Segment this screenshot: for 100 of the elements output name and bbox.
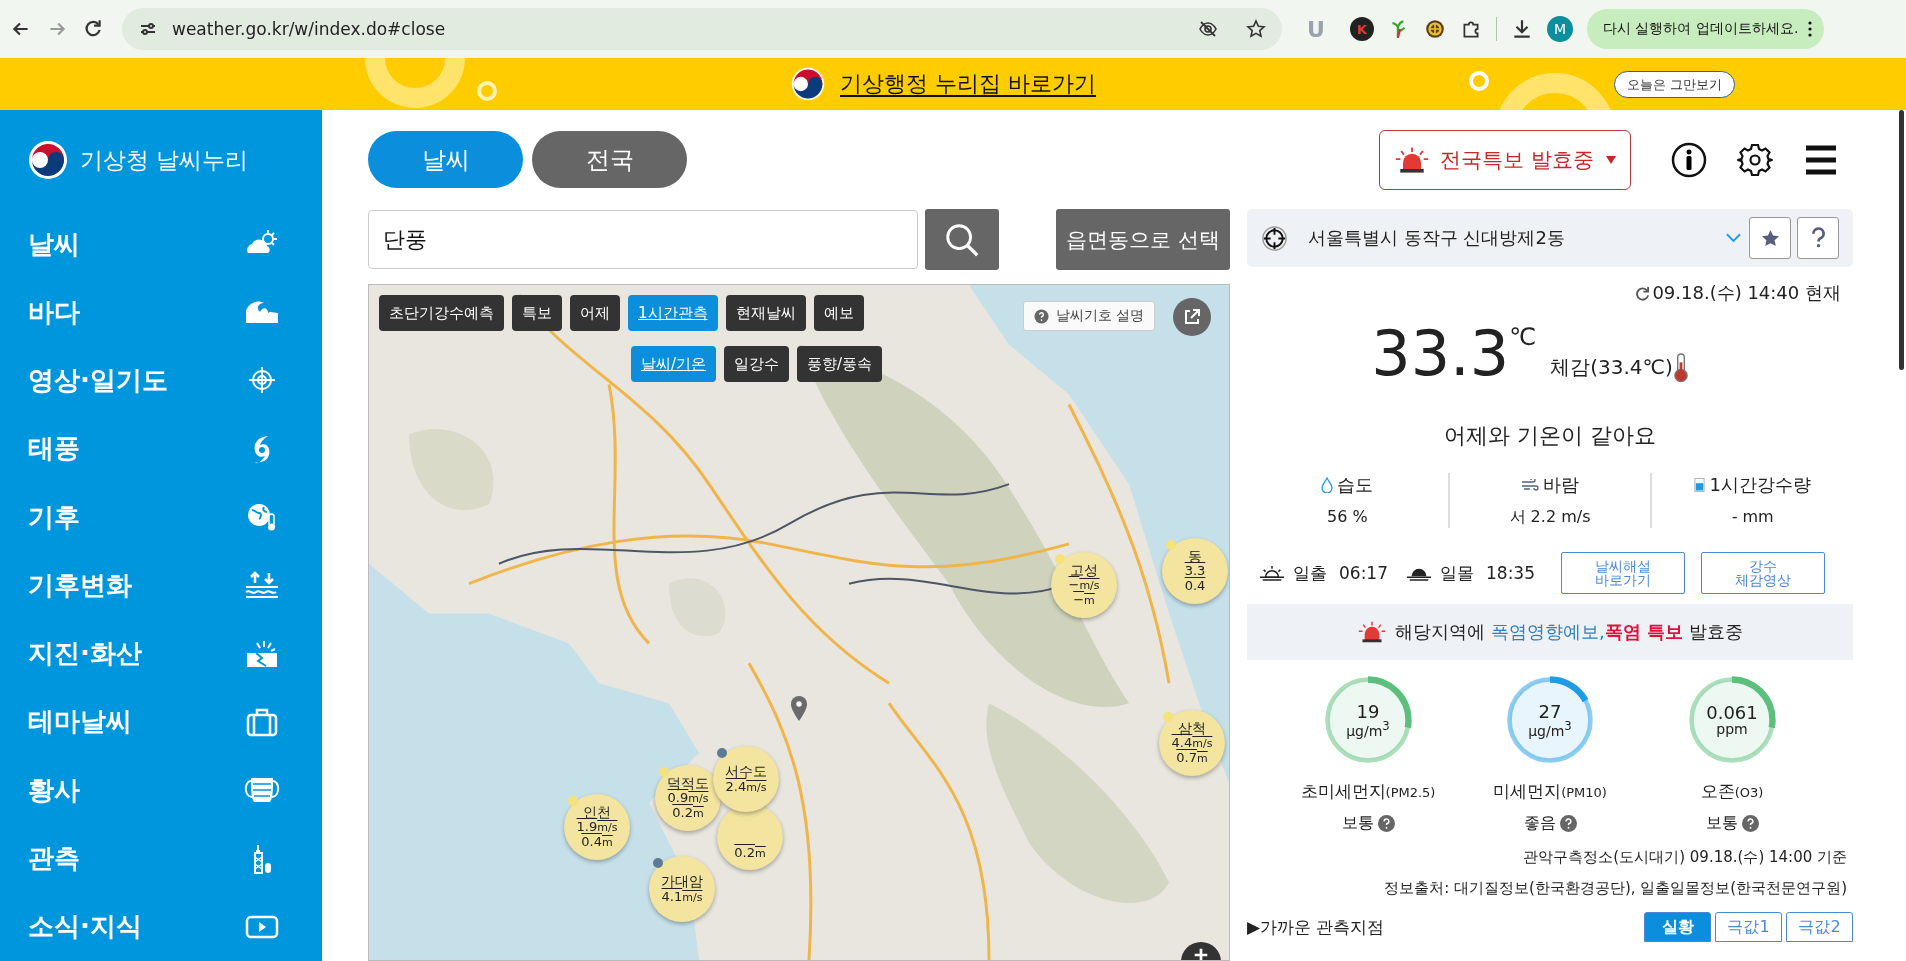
eye-off-icon [1198, 19, 1218, 39]
link-button[interactable]: 날씨해설 바로가기 [1561, 552, 1685, 594]
url-text: weather.go.kr/w/index.do#close [172, 19, 447, 39]
sunrise-icon [1259, 564, 1285, 582]
air-grade: 보통 [1341, 813, 1374, 834]
profile-avatar[interactable]: M [1547, 16, 1573, 42]
extension-icon[interactable]: K [1350, 17, 1374, 41]
rain-gauge-icon [1694, 477, 1706, 493]
sidebar-item[interactable]: 기후 [28, 483, 322, 552]
sidebar-item[interactable]: 바다 [28, 278, 322, 347]
scrollbar[interactable] [1899, 110, 1904, 370]
map-subtab[interactable]: 일강수 [724, 346, 790, 382]
map-tab[interactable]: 1시간관측 [628, 295, 718, 331]
map-tab[interactable]: 현재날씨 [725, 295, 806, 331]
star-icon [1760, 228, 1780, 248]
settings-icon[interactable] [1737, 142, 1773, 178]
chevron-down-icon [1726, 233, 1741, 243]
tab[interactable]: 실황 [1644, 912, 1711, 942]
ring-decoration-icon [476, 80, 498, 102]
stat-label: 1시간강수량 [1709, 473, 1811, 497]
comparison-text: 어제와 기온이 같아요 [1443, 422, 1657, 450]
map-tab[interactable]: 초단기강수예측 [379, 295, 504, 331]
search-button[interactable] [925, 209, 999, 270]
help-icon[interactable] [1559, 815, 1577, 832]
stat-label: 습도 [1337, 473, 1374, 497]
stat-value: 서 2.2 m/s [1509, 507, 1591, 528]
region-select-button[interactable]: 읍면동으로 선택 [1056, 209, 1230, 270]
sidebar-item[interactable]: 지진·화산 [28, 619, 322, 688]
map-subtab[interactable]: 풍향/풍속 [797, 346, 883, 382]
sun-time: 18:35 [1486, 563, 1535, 583]
sidebar-item[interactable]: 테마날씨 [28, 687, 322, 757]
search-field[interactable]: 단풍 [368, 210, 918, 269]
dismiss-button[interactable]: 오늘은 그만보기 [1614, 71, 1736, 98]
tab[interactable]: 날씨 [368, 131, 523, 188]
sidebar-item[interactable]: 기후변화 [28, 551, 322, 620]
thermometer-icon [1672, 353, 1689, 383]
help-icon[interactable] [1377, 815, 1395, 832]
alert-message: 해당지역에 폭염영향예보,폭염 특보 발효중 [1395, 620, 1743, 644]
map-tab[interactable]: 어제 [570, 295, 620, 331]
warning-dropdown[interactable]: 전국특보 발효중 [1379, 130, 1631, 190]
banner-link[interactable]: 기상행정 누리집 바로가기 [840, 69, 1096, 99]
update-button[interactable]: 다시 실행하여 업데이트하세요. [1587, 9, 1825, 49]
sun-label: 일몰 [1440, 561, 1474, 585]
sun-time: 06:17 [1339, 563, 1388, 583]
legend-button[interactable]: 날씨기호 설명 [1022, 301, 1155, 331]
station-name: 고성 [1070, 563, 1098, 579]
observation-time: 09.18.(수) 14:40 현재 [1652, 281, 1841, 305]
wave-height: 0.2m [672, 805, 704, 820]
map-tab[interactable]: 예보 [813, 295, 864, 331]
sidebar-item[interactable]: 영상·일기도 [28, 346, 322, 415]
air-label: 오존(O3) [1700, 780, 1764, 803]
refresh-icon [1635, 285, 1651, 301]
tab[interactable]: 극값1 [1715, 912, 1782, 942]
link-button[interactable]: 강수 체감영상 [1701, 552, 1825, 594]
wave-height: 0.2m [734, 845, 766, 860]
sidebar-item[interactable]: 소식·지식 [28, 892, 322, 961]
tab[interactable]: 전국 [532, 131, 687, 188]
download-icon[interactable] [1511, 18, 1533, 40]
source-note: 정보출처: 대기질정보(한국환경공단), 일출일몰정보(한국천문연구원) [1383, 879, 1848, 898]
stat-label: 바람 [1543, 473, 1579, 497]
wave-height: −m [1073, 592, 1095, 607]
help-icon [1033, 308, 1049, 324]
nearby-stations-toggle[interactable]: ▶가까운 관측지점 [1247, 915, 1640, 939]
air-value: 27 [1538, 702, 1562, 721]
wave-height: 0.4 [1184, 578, 1206, 593]
location-bar[interactable]: 서울특별시 동작구 신대방제2동 [1247, 209, 1853, 267]
air-label: 초미세먼지(PM2.5) [1300, 780, 1436, 803]
forecast-link[interactable]: 폭염영향예보, [1491, 621, 1605, 642]
crosshair-icon [1261, 224, 1288, 252]
water-arrows-icon [244, 570, 280, 601]
info-icon[interactable] [1671, 142, 1707, 178]
plus-icon [1192, 946, 1210, 960]
site-logo-text[interactable]: 기상청 날씨누리 [80, 144, 249, 176]
help-icon[interactable] [1741, 815, 1759, 832]
map-tab[interactable]: 특보 [512, 295, 562, 331]
favorite-button[interactable] [1749, 217, 1791, 259]
sidebar-item[interactable]: 관측 [28, 824, 322, 893]
star-icon [1246, 19, 1266, 39]
sidebar-item[interactable]: 날씨 [28, 210, 322, 279]
emblem-icon [28, 140, 68, 180]
air-unit: μg/m$^{3}$ [1346, 720, 1390, 738]
temperature: 33.3 [1371, 323, 1510, 385]
wave-height: 0.7m [1176, 750, 1208, 765]
station-name: 삼척 [1178, 721, 1206, 737]
air-station-note: 관악구측정소(도시대기) 09.18.(수) 14:00 기준 [1522, 848, 1848, 867]
wind-icon [1521, 479, 1539, 491]
sidebar-item[interactable]: 태풍 [28, 414, 322, 484]
help-icon [1809, 227, 1827, 249]
address-bar[interactable]: weather.go.kr/w/index.do#close [122, 8, 1282, 50]
badge-icon[interactable] [1424, 18, 1446, 40]
wind-speed: 3.3 [1184, 564, 1206, 579]
air-unit: μg/m$^{3}$ [1528, 720, 1572, 738]
wind-speed: 0.9m/s [667, 791, 709, 806]
air-grade: 보통 [1705, 813, 1738, 834]
help-button[interactable] [1797, 217, 1839, 259]
wind-speed: 1.9m/s [576, 820, 618, 835]
sidebar-item[interactable]: 황사 [28, 756, 322, 825]
wind-speed: 2.4m/s [725, 779, 767, 794]
map-subtab[interactable]: 날씨/기온 [631, 346, 717, 382]
tab[interactable]: 극값2 [1786, 912, 1853, 942]
